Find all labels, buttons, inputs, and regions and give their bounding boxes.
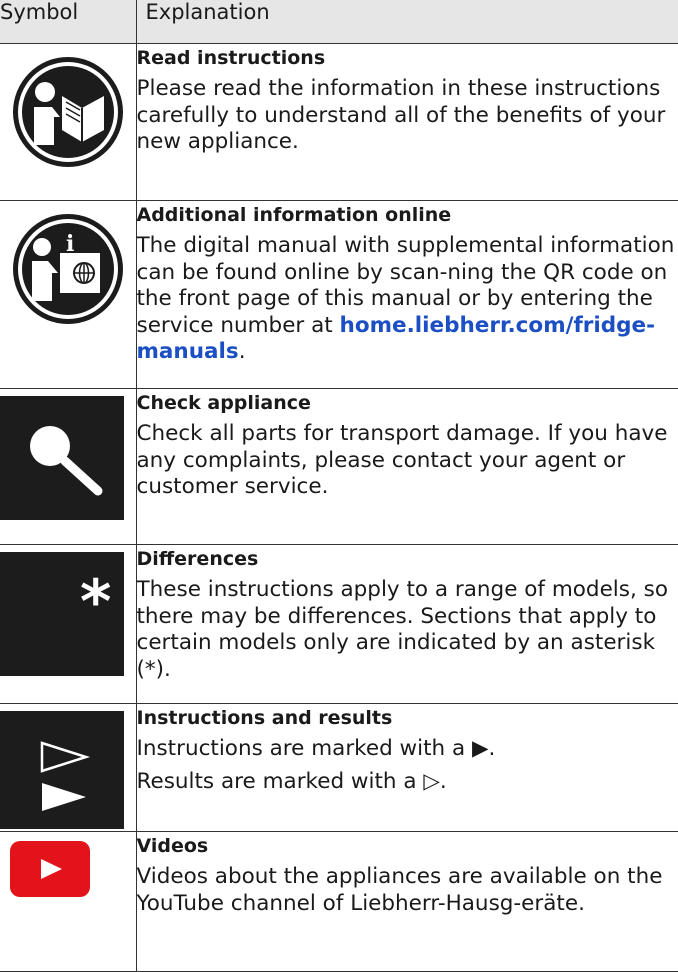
table-row: Read instructions Please read the inform… [0,43,678,201]
table-row: Instructions and results Instructions ar… [0,703,678,832]
youtube-icon [10,841,90,897]
row-text: Please read the information in these ins… [136,76,666,154]
row-text: The digital manual with supplemental inf… [137,233,678,366]
explanation-cell: Additional information online The digita… [135,200,678,389]
symbol-cell: i [0,200,137,389]
row-title: Instructions and results [136,707,393,729]
symbol-table: Symbol Explanation Read instructions Ple… [0,0,678,972]
symbol-cell [0,703,137,832]
row-title: Videos [136,835,209,857]
symbol-cell [0,388,137,545]
table-header-row: Symbol Explanation [0,0,678,44]
read-instructions-icon [13,57,123,167]
asterisk-icon: * [0,552,124,676]
table-row: i Additional information online The digi… [0,200,678,389]
row-text: Videos about the appliances are availabl… [136,864,663,916]
row-text: These instructions apply to a range of m… [136,577,669,682]
explanation-cell: Videos Videos about the appliances are a… [135,831,678,972]
row-title: Read instructions [136,47,326,69]
row-title: Additional information online [136,204,452,226]
symbol-cell: * [0,544,137,704]
table-row: * Differences These instructions apply t… [0,544,678,704]
magnifier-icon [0,396,124,520]
explanation-cell: Check appliance Check all parts for tran… [135,388,678,545]
row-text-after-link: . [238,339,246,364]
instruction-result-arrows-icon [0,711,124,829]
symbol-cell [0,43,137,201]
explanation-cell: Differences These instructions apply to … [135,544,678,704]
svg-text:*: * [80,567,111,637]
svg-text:i: i [66,231,74,257]
results-line: Results are marked with a ▷. [136,768,447,794]
additional-information-online-icon: i [13,214,123,324]
header-symbol: Symbol [0,0,137,44]
explanation-cell: Read instructions Please read the inform… [135,43,678,201]
row-text: Check all parts for transport damage. If… [136,421,668,499]
table-row: Videos Videos about the appliances are a… [0,831,678,972]
row-title: Differences [136,548,259,570]
symbol-cell [0,831,137,972]
table-row: Check appliance Check all parts for tran… [0,388,678,545]
instructions-line: Instructions are marked with a ▶. [136,736,496,761]
explanation-cell: Instructions and results Instructions ar… [135,703,678,832]
row-title: Check appliance [136,392,311,414]
header-explanation: Explanation [135,0,678,44]
